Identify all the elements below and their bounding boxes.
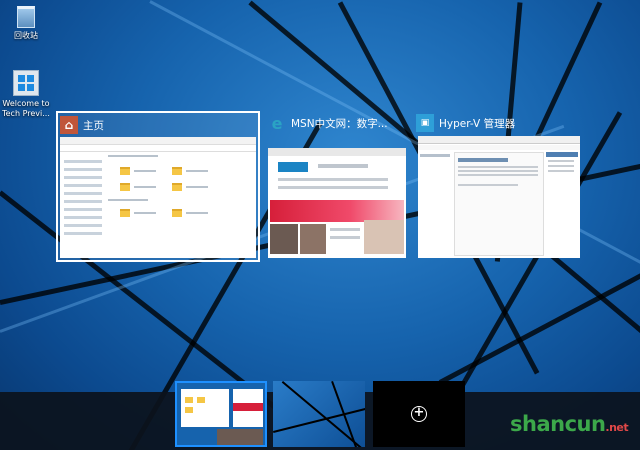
window-thumbnail <box>418 136 580 258</box>
window-title: 主页 <box>83 119 104 132</box>
window-title: Hyper-V 管理器 <box>439 117 516 130</box>
window-thumbnail <box>60 137 256 258</box>
desktop-icon-recycle-bin[interactable]: 回收站 <box>2 6 50 41</box>
desktop-icon-label: 回收站 <box>14 31 38 40</box>
virtual-desktop-1[interactable] <box>175 381 267 447</box>
task-view-window-explorer[interactable]: ⌂ 主页 <box>56 111 260 262</box>
window-thumbnail <box>268 148 406 258</box>
window-title: MSN中文网：数字... <box>291 117 388 130</box>
virtual-desktop-2[interactable] <box>273 381 365 447</box>
watermark: shancun.net <box>510 412 629 436</box>
task-view-window-browser[interactable]: e MSN中文网：数字... <box>268 112 408 260</box>
home-icon: ⌂ <box>60 116 78 134</box>
windows-welcome-icon <box>13 70 39 96</box>
edge-e-icon: e <box>271 113 283 133</box>
desktop-icon-label: Welcome to Tech Previ... <box>2 99 50 118</box>
plus-icon: + <box>411 406 427 422</box>
recycle-bin-icon <box>17 6 35 28</box>
desktop-icon-welcome[interactable]: Welcome to Tech Previ... <box>2 70 50 119</box>
add-desktop-button[interactable]: + <box>373 381 465 447</box>
task-view-window-hyperv[interactable]: ▣ Hyper-V 管理器 <box>416 112 582 260</box>
hyperv-icon: ▣ <box>416 114 434 132</box>
